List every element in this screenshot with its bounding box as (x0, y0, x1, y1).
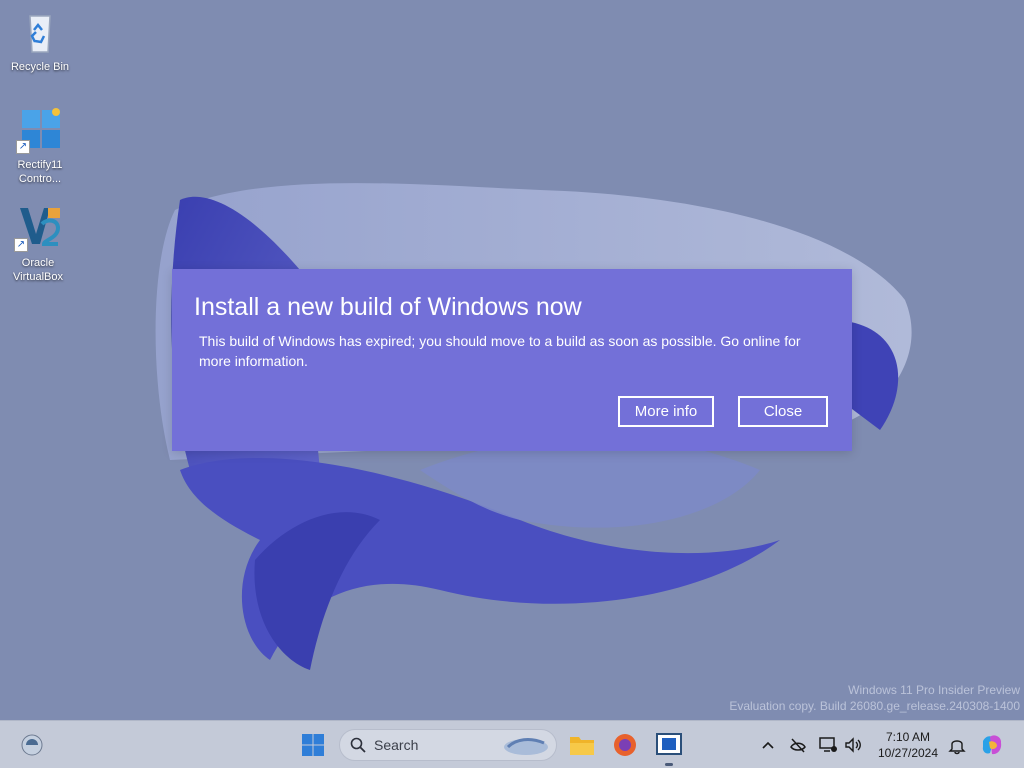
desktop-icon-virtualbox[interactable]: ↗ Oracle VirtualBox (0, 204, 76, 284)
search-highlight-icon (504, 738, 548, 755)
control-center-icon: ↗ (16, 106, 64, 154)
close-button[interactable]: Close (738, 396, 828, 427)
chevron-up-icon[interactable] (758, 735, 778, 755)
virtual-machine-app-icon[interactable] (653, 729, 685, 761)
expired-build-dialog: Install a new build of Windows now This … (172, 269, 852, 451)
clock-date: 10/27/2024 (877, 746, 939, 760)
firefox-icon[interactable] (609, 729, 641, 761)
copilot-icon[interactable] (980, 733, 1004, 757)
recycle-bin-icon (16, 8, 64, 56)
shortcut-arrow-icon: ↗ (16, 140, 30, 154)
display-icon[interactable] (818, 735, 838, 755)
desktop-icon-recycle-bin[interactable]: Recycle Bin (2, 8, 78, 74)
watermark-line-2: Evaluation copy. Build 26080.ge_release.… (729, 699, 1020, 713)
dialog-title: Install a new build of Windows now (194, 293, 582, 321)
dialog-message: This build of Windows has expired; you s… (199, 333, 801, 369)
taskbar-search[interactable]: Search (339, 729, 557, 761)
more-info-button[interactable]: More info (618, 396, 714, 427)
notification-bell-icon[interactable] (947, 735, 967, 755)
start-icon[interactable] (297, 729, 329, 761)
widgets-icon[interactable] (16, 729, 48, 761)
desktop-icon-rectify11[interactable]: ↗ Rectify11 Contro... (2, 106, 78, 186)
file-explorer-icon[interactable] (566, 729, 598, 761)
virtualbox-icon: ↗ (14, 204, 62, 252)
desktop-icon-label: Recycle Bin (10, 61, 70, 73)
desktop: Recycle Bin ↗ Rectify11 Contro... ↗ Orac… (0, 0, 1024, 720)
search-label: Search (374, 737, 419, 753)
network-offline-icon[interactable] (788, 735, 808, 755)
volume-icon[interactable] (843, 735, 863, 755)
clock-time: 7:10 AM (885, 730, 931, 744)
os-watermark: Windows 11 Pro Insider Preview Evaluatio… (729, 682, 1020, 714)
desktop-icon-label: Oracle VirtualBox (13, 257, 63, 283)
taskbar: Search 7:10 AM 10/27/2024 (0, 720, 1024, 768)
active-app-indicator (665, 763, 673, 766)
watermark-line-1: Windows 11 Pro Insider Preview (848, 683, 1020, 697)
taskbar-clock[interactable]: 7:10 AM 10/27/2024 (872, 729, 944, 761)
shortcut-arrow-icon: ↗ (14, 238, 28, 252)
search-icon (350, 737, 366, 753)
desktop-icon-label: Rectify11 Contro... (17, 159, 63, 185)
